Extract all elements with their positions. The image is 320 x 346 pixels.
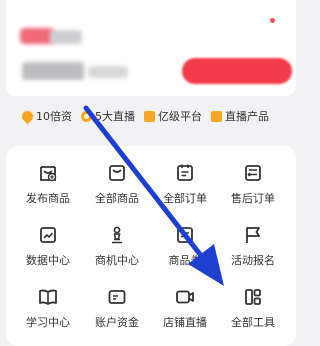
blurred-text	[50, 30, 82, 44]
tool-label: 活动报名	[231, 254, 275, 267]
account-funds-icon	[108, 290, 126, 304]
tool-label: 数据中心	[26, 254, 70, 267]
feature-item: 5大直播	[81, 108, 135, 124]
box-icon	[211, 110, 222, 122]
tool-data-center[interactable]: 数据中心	[18, 220, 78, 272]
drop-icon	[19, 108, 36, 124]
feature-label: 5大直播	[95, 110, 135, 123]
tool-label: 学习中心	[26, 316, 70, 329]
feature-item: 直播产品	[211, 108, 269, 124]
blurred-badge	[20, 28, 54, 44]
feature-highlights: 10倍资 5大直播 亿级平台 直播产品	[0, 103, 302, 129]
feature-item: 10倍资	[19, 108, 72, 124]
all-tools-icon	[245, 289, 261, 305]
all-orders-icon	[177, 164, 193, 181]
tool-publish-product[interactable]: 发布商品	[18, 158, 78, 210]
tool-label: 账户资金	[95, 316, 139, 329]
blurred-value	[22, 62, 84, 80]
medal-icon	[81, 110, 92, 122]
store-live-icon	[176, 290, 194, 304]
data-center-icon	[40, 227, 56, 243]
feature-label: 亿级平台	[158, 110, 202, 123]
tool-label: 全部订单	[163, 192, 207, 205]
tool-store-live[interactable]: 店铺直播	[155, 282, 215, 334]
feature-label: 直播产品	[225, 110, 269, 123]
tool-label: 商机中心	[95, 254, 139, 267]
tool-product-coupon[interactable]: 商品卷	[155, 220, 215, 272]
tool-label: 店铺直播	[163, 316, 207, 329]
tool-after-sales[interactable]: 售后订单	[223, 158, 283, 210]
notification-dot	[270, 18, 275, 23]
tool-label: 发布商品	[26, 192, 70, 205]
blurred-action-button[interactable]	[182, 58, 292, 84]
tool-all-tools[interactable]: 全部工具	[223, 282, 283, 334]
all-products-icon	[109, 165, 125, 181]
tool-label: 商品卷	[168, 254, 202, 267]
tool-all-products[interactable]: 全部商品	[87, 158, 147, 210]
tool-label: 售后订单	[231, 192, 275, 205]
tool-label: 全部工具	[231, 316, 275, 329]
learning-icon	[39, 289, 57, 305]
publish-product-icon	[40, 166, 57, 182]
tool-event-signup[interactable]: 活动报名	[223, 220, 283, 272]
account-summary-card	[6, 0, 296, 96]
tool-learning-center[interactable]: 学习中心	[18, 282, 78, 334]
tool-all-orders[interactable]: 全部订单	[155, 158, 215, 210]
tool-label: 全部商品	[95, 192, 139, 205]
product-coupon-icon	[177, 227, 193, 243]
tool-account-funds[interactable]: 账户资金	[87, 282, 147, 334]
event-signup-icon	[246, 227, 260, 243]
blurred-text	[88, 66, 128, 78]
after-sales-icon	[245, 165, 261, 181]
feature-label: 10倍资	[36, 110, 72, 123]
opportunity-icon	[112, 226, 122, 244]
feature-item: 亿级平台	[144, 108, 202, 124]
tool-opportunity-center[interactable]: 商机中心	[87, 220, 147, 272]
tools-grid: 发布商品 全部商品 全部订单 售后订单 数据中心 商机中心 商品卷 活动报名 学…	[6, 146, 296, 346]
ticket-icon	[144, 110, 155, 122]
